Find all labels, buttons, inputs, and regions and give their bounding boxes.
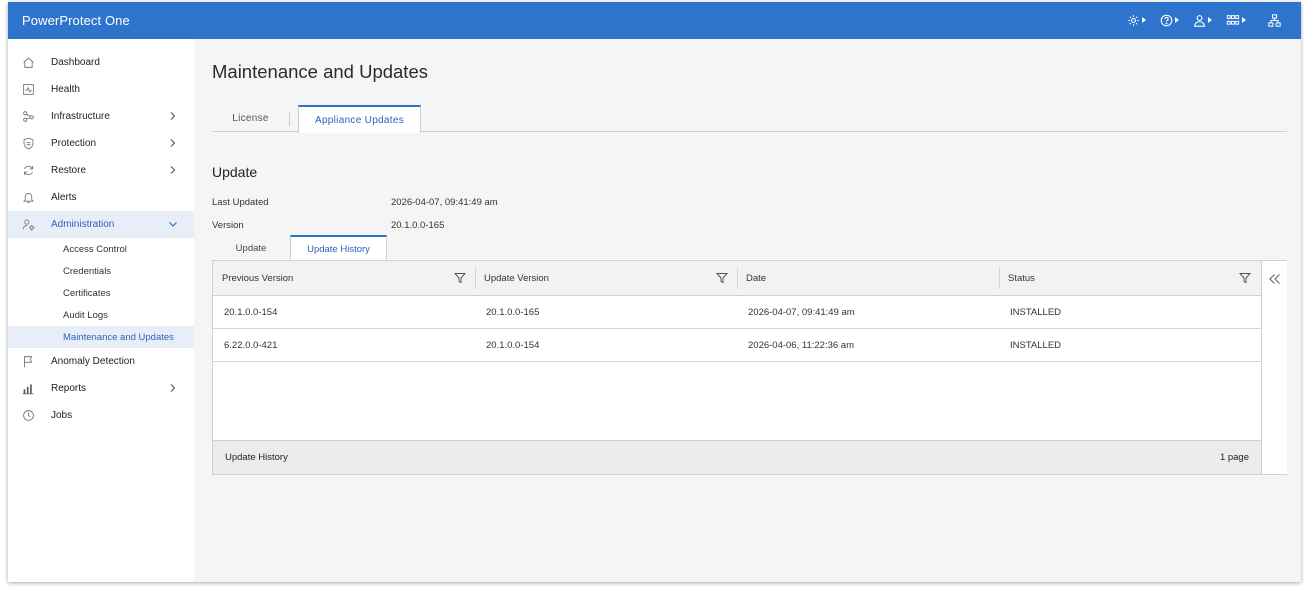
app-title: PowerProtect One [22,13,130,28]
column-panel-toggle [1261,261,1287,474]
caret-right-icon [1242,17,1246,23]
chevron-right-icon [170,384,176,392]
sidebar-item-label: Infrastructure [51,111,110,122]
subtab-update[interactable]: Update [212,235,290,261]
cell-date: 2026-04-07, 09:41:49 am [748,307,855,318]
cell-update-version: 20.1.0.0-154 [486,340,540,351]
sidebar-subitem-maintenance-updates[interactable]: Maintenance and Updates [8,326,194,348]
admin-user-icon [22,219,35,231]
table-footer-label: Update History [225,452,288,463]
chevron-right-icon [170,166,176,174]
cell-status: INSTALLED [1010,340,1062,351]
sidebar-item-dashboard[interactable]: Dashboard [8,49,194,76]
cell-date: 2026-04-06, 11:22:36 am [748,340,854,351]
caret-right-icon [1142,17,1146,23]
infrastructure-icon [23,111,34,122]
top-bar: PowerProtect One [8,2,1301,39]
column-header-update-version[interactable]: Update Version [475,261,737,296]
tab-divider [289,112,290,126]
sidebar-item-label: Dashboard [51,57,100,68]
apps-menu[interactable] [1226,10,1246,30]
last-updated-value: 2026-04-07, 09:41:49 am [391,197,498,208]
filter-icon[interactable] [716,272,728,284]
chevron-right-icon [170,112,176,120]
sidebar-item-jobs[interactable]: Jobs [8,402,194,429]
section-title: Update [212,164,258,180]
page-tabs: License Appliance Updates [212,105,1287,133]
sidebar-item-label: Alerts [51,192,77,203]
tab-appliance-updates[interactable]: Appliance Updates [298,105,421,133]
sidebar-nav: Dashboard Health Infrastructure Protecti… [8,39,194,582]
user-menu[interactable] [1193,10,1212,30]
sidebar-item-protection[interactable]: Protection [8,130,194,157]
sidebar-item-label: Health [51,84,80,95]
table-row[interactable]: 20.1.0.0-154 20.1.0.0-165 2026-04-07, 09… [213,296,1261,329]
last-updated-label: Last Updated [212,197,269,208]
user-icon [1194,14,1205,27]
filter-icon[interactable] [454,272,466,284]
column-header-status[interactable]: Status [999,261,1261,296]
double-chevron-left-icon[interactable] [1268,273,1282,285]
sidebar-item-label: Anomaly Detection [51,356,135,367]
sidebar-item-restore[interactable]: Restore [8,157,194,184]
sidebar-item-administration[interactable]: Administration [8,211,194,238]
sidebar-item-alerts[interactable]: Alerts [8,184,194,211]
table-page-count: 1 page [1219,452,1249,463]
shield-icon [23,137,34,150]
sidebar-item-label: Jobs [51,410,73,421]
sidebar-item-label: Administration [51,219,115,230]
health-icon [23,84,34,95]
restore-icon [23,165,34,176]
bell-icon [22,193,35,203]
caret-right-icon [1208,17,1212,23]
filter-icon[interactable] [1239,272,1251,284]
chevron-down-icon [169,222,177,227]
update-history-table: Previous Version Update Version Date Sta… [212,260,1287,475]
page-title: Maintenance and Updates [212,61,428,82]
app-window: PowerProtect One Dashboard Health Infras… [8,2,1301,582]
apps-grid-icon [1226,14,1240,25]
main-content: Maintenance and Updates License Applianc… [194,39,1301,582]
subtab-update-history[interactable]: Update History [290,235,387,261]
top-icon-bar [1113,10,1281,30]
settings-menu[interactable] [1127,10,1146,30]
caret-right-icon [1175,17,1179,23]
help-icon [1160,14,1173,26]
home-icon [23,57,34,68]
cell-previous-version: 6.22.0.0-421 [224,340,278,351]
sidebar-subitem-access-control[interactable]: Access Control [8,238,194,260]
sidebar-subitem-audit-logs[interactable]: Audit Logs [8,304,194,326]
version-label: Version [212,220,244,231]
sidebar-item-reports[interactable]: Reports [8,375,194,402]
chevron-right-icon [170,139,176,147]
sidebar-item-anomaly-detection[interactable]: Anomaly Detection [8,348,194,375]
gear-icon [1128,14,1139,26]
sidebar-subitem-certificates[interactable]: Certificates [8,282,194,304]
tab-license[interactable]: License [212,105,289,132]
column-header-date[interactable]: Date [737,261,999,296]
table-footer: Update History 1 page [213,440,1261,474]
table-row[interactable]: 6.22.0.0-421 20.1.0.0-154 2026-04-06, 11… [213,329,1261,362]
version-value: 20.1.0.0-165 [391,220,445,231]
sidebar-item-health[interactable]: Health [8,76,194,103]
sidebar-item-label: Reports [51,383,87,394]
cell-status: INSTALLED [1010,307,1062,318]
help-menu[interactable] [1160,10,1179,30]
cell-previous-version: 20.1.0.0-154 [224,307,278,318]
sidebar-subitem-credentials[interactable]: Credentials [8,260,194,282]
cell-update-version: 20.1.0.0-165 [486,307,540,318]
flag-icon [23,356,33,368]
clock-icon [23,410,34,421]
sidebar-item-label: Restore [51,165,87,176]
table-header: Previous Version Update Version Date Sta… [213,261,1261,296]
network-icon [1268,13,1281,27]
bar-chart-icon [22,384,34,395]
sidebar-item-label: Protection [51,138,97,149]
network-button[interactable] [1268,10,1281,30]
sidebar-item-infrastructure[interactable]: Infrastructure [8,103,194,130]
column-header-previous-version[interactable]: Previous Version [213,261,475,296]
